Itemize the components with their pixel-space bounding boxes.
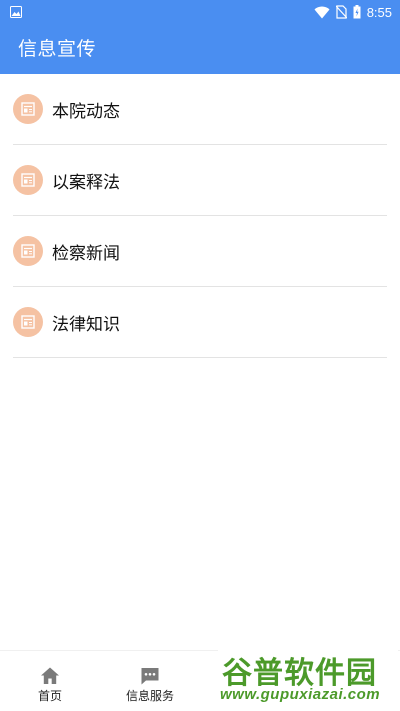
- list-item-label: 检察新闻: [52, 243, 120, 264]
- news-icon: [13, 165, 43, 195]
- status-icons: 8:55: [314, 2, 392, 22]
- list-item-label: 法律知识: [52, 314, 120, 335]
- news-icon: [13, 94, 43, 124]
- watermark-logo: 谷普软件园 www.gupuxiazai.com: [218, 648, 398, 706]
- screen: 8:55 信息宣传 本院动态 以案释法 检察新闻 法律知识 首页 信息服务 谷普…: [0, 0, 400, 711]
- list-item-label: 本院动态: [52, 101, 120, 122]
- news-icon: [13, 236, 43, 266]
- home-icon: [40, 666, 60, 686]
- wifi-icon: [314, 6, 330, 19]
- image-icon: [10, 5, 22, 18]
- no-sim-icon: [335, 5, 347, 19]
- tab-home[interactable]: 首页: [0, 651, 100, 711]
- tab-home-label: 首页: [37, 689, 62, 703]
- status-bar: 8:55: [0, 0, 400, 24]
- info-list: 本院动态 以案释法 检察新闻 法律知识: [0, 74, 400, 358]
- tab-info-service-label: 信息服务: [125, 689, 174, 703]
- list-item-benyuan-dongtai[interactable]: 本院动态: [13, 74, 387, 145]
- chat-icon: [140, 666, 160, 686]
- list-item-jiancha-xinwen[interactable]: 检察新闻: [13, 216, 387, 287]
- list-item-yian-shifa[interactable]: 以案释法: [13, 145, 387, 216]
- status-time: 8:55: [366, 4, 392, 20]
- battery-icon: [353, 5, 361, 19]
- watermark-sub: www.gupuxiazai.com: [220, 686, 381, 703]
- page-title: 信息宣传: [18, 38, 97, 60]
- news-icon: [13, 307, 43, 337]
- list-item-label: 以案释法: [52, 172, 120, 193]
- list-item-falv-zhishi[interactable]: 法律知识: [13, 287, 387, 358]
- tab-info-service[interactable]: 信息服务: [100, 651, 200, 711]
- app-bar: 信息宣传: [0, 24, 400, 74]
